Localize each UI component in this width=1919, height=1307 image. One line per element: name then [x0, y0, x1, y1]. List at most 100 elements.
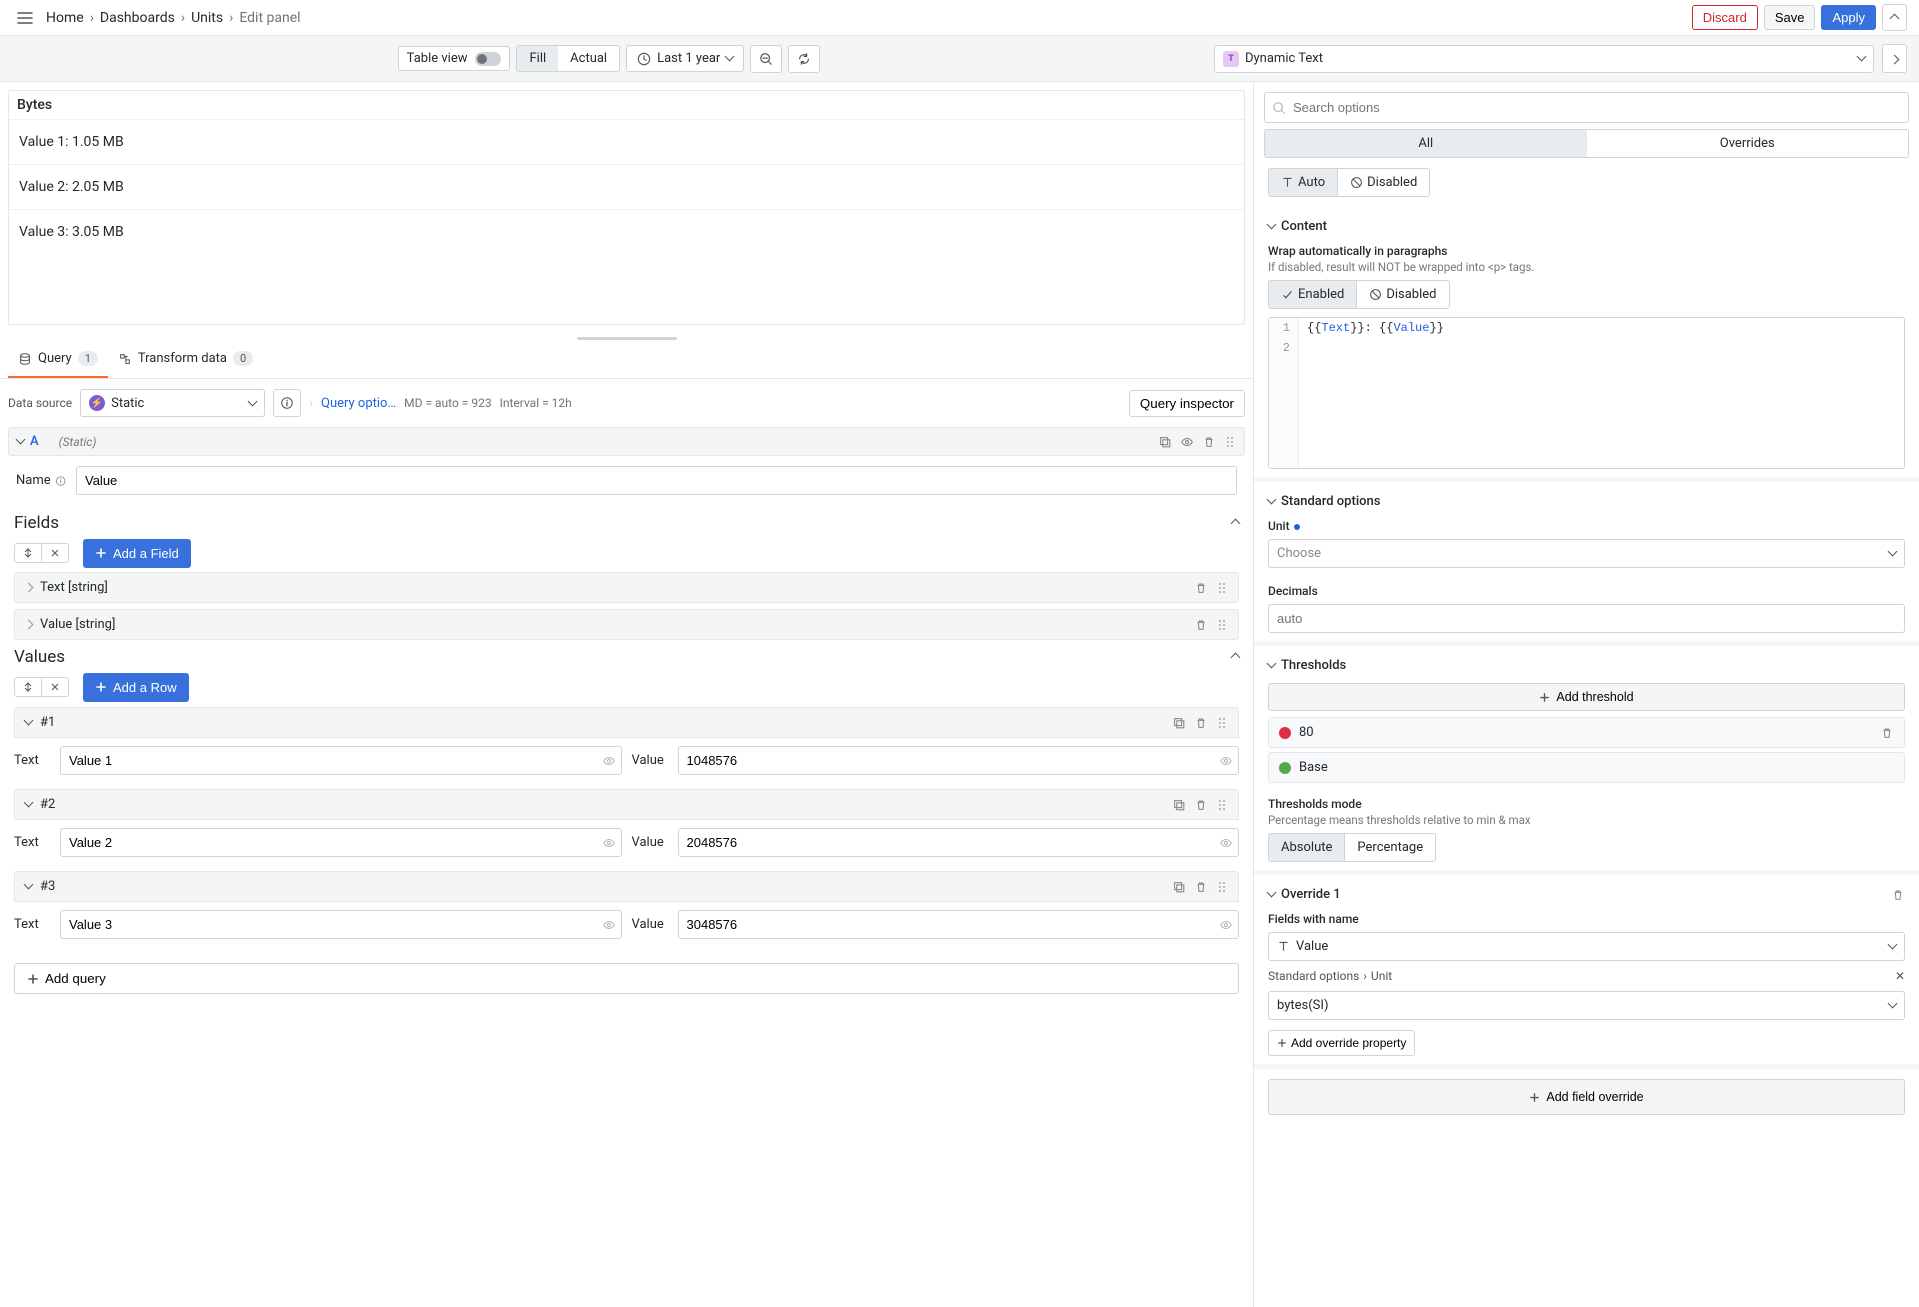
add-row-button[interactable]: Add a Row: [83, 673, 189, 702]
drag-handle-icon[interactable]: [1224, 435, 1236, 449]
duplicate-row-button[interactable]: [1172, 716, 1186, 730]
value-row-header[interactable]: #3: [14, 871, 1239, 902]
wrap-disabled-option[interactable]: Disabled: [1356, 281, 1448, 308]
auto-option[interactable]: Auto: [1269, 169, 1337, 196]
collapse-options-button[interactable]: [1882, 4, 1907, 31]
duplicate-row-button[interactable]: [1172, 880, 1186, 894]
panel-title[interactable]: Bytes: [9, 91, 1244, 119]
apply-button[interactable]: Apply: [1821, 5, 1876, 30]
override-section-toggle[interactable]: Override 1: [1268, 883, 1341, 906]
thresholds-section-toggle[interactable]: Thresholds: [1268, 654, 1905, 677]
query-inspector-button[interactable]: Query inspector: [1129, 390, 1245, 417]
row-text-input[interactable]: [60, 746, 622, 775]
override-unit-picker[interactable]: bytes(SI): [1268, 991, 1905, 1020]
drag-handle-icon[interactable]: [1216, 581, 1228, 595]
add-threshold-button[interactable]: Add threshold: [1268, 683, 1905, 711]
threshold-row[interactable]: 80: [1268, 717, 1905, 748]
add-query-button[interactable]: Add query: [14, 963, 1239, 994]
panel-options-expand-button[interactable]: [1882, 44, 1907, 73]
discard-button[interactable]: Discard: [1692, 5, 1758, 30]
field-row[interactable]: Value [string]: [14, 609, 1239, 640]
table-view-toggle[interactable]: Table view: [398, 46, 511, 71]
query-options-link[interactable]: Query optio…: [321, 396, 396, 411]
add-field-button[interactable]: Add a Field: [83, 539, 191, 568]
decimals-input[interactable]: [1268, 604, 1905, 633]
visualization-picker[interactable]: T Dynamic Text: [1214, 45, 1874, 73]
delete-query-button[interactable]: [1202, 435, 1216, 449]
eye-icon[interactable]: [1219, 836, 1233, 850]
refresh-button[interactable]: [788, 45, 820, 73]
datasource-help-button[interactable]: [273, 389, 301, 417]
options-tab-all[interactable]: All: [1265, 130, 1587, 157]
wrap-enabled-option[interactable]: Enabled: [1269, 281, 1356, 308]
drag-handle-icon[interactable]: [1216, 716, 1228, 730]
delete-row-button[interactable]: [1194, 798, 1208, 812]
delete-field-button[interactable]: [1194, 581, 1208, 595]
unit-picker[interactable]: Choose: [1268, 539, 1905, 568]
threshold-color-dot[interactable]: [1279, 727, 1291, 739]
eye-icon[interactable]: [1219, 754, 1233, 768]
delete-field-button[interactable]: [1194, 618, 1208, 632]
field-row[interactable]: Text [string]: [14, 572, 1239, 603]
value-row-header[interactable]: #1: [14, 707, 1239, 738]
options-tab-overrides[interactable]: Overrides: [1587, 130, 1909, 157]
eye-icon[interactable]: [602, 754, 616, 768]
standard-options-toggle[interactable]: Standard options: [1268, 490, 1905, 513]
duplicate-row-button[interactable]: [1172, 798, 1186, 812]
tab-query[interactable]: Query 1: [8, 341, 108, 378]
collapse-all-fields-button[interactable]: [42, 543, 69, 563]
fill-option[interactable]: Fill: [517, 46, 558, 71]
toggle-visibility-button[interactable]: [1180, 435, 1194, 449]
duplicate-query-button[interactable]: [1158, 435, 1172, 449]
delete-row-button[interactable]: [1194, 880, 1208, 894]
eye-icon[interactable]: [1219, 918, 1233, 932]
add-field-override-button[interactable]: Add field override: [1268, 1079, 1905, 1115]
zoom-out-button[interactable]: [750, 45, 782, 73]
value-row-header[interactable]: #2: [14, 789, 1239, 820]
chevron-down-icon: [1268, 887, 1275, 902]
drag-handle-icon[interactable]: [1216, 618, 1228, 632]
override-field-picker[interactable]: Value: [1268, 932, 1905, 961]
disabled-option[interactable]: Disabled: [1337, 169, 1429, 196]
threshold-value[interactable]: 80: [1299, 725, 1314, 740]
collapse-values-button[interactable]: [1232, 650, 1239, 665]
delete-row-button[interactable]: [1194, 716, 1208, 730]
drag-handle-icon[interactable]: [1216, 798, 1228, 812]
eye-icon[interactable]: [602, 836, 616, 850]
remove-override-property-button[interactable]: ✕: [1895, 969, 1905, 983]
menu-toggle[interactable]: [12, 5, 38, 31]
breadcrumb-dashboards[interactable]: Dashboards: [100, 10, 175, 26]
threshold-color-dot[interactable]: [1279, 762, 1291, 774]
breadcrumb-home[interactable]: Home: [46, 10, 84, 26]
tab-transform[interactable]: Transform data 0: [108, 341, 263, 378]
chevron-down-icon: [1268, 494, 1275, 509]
collapse-all-values-button[interactable]: [42, 677, 69, 697]
content-section-toggle[interactable]: Content: [1268, 215, 1905, 238]
expand-all-values-button[interactable]: [14, 677, 42, 697]
search-options-input[interactable]: [1264, 92, 1909, 123]
breadcrumb-units[interactable]: Units: [191, 10, 223, 26]
absolute-option[interactable]: Absolute: [1269, 834, 1344, 861]
collapse-fields-button[interactable]: [1232, 516, 1239, 531]
query-row-header[interactable]: A (Static): [8, 427, 1245, 456]
datasource-picker[interactable]: ⚡ Static: [80, 389, 265, 417]
row-value-input[interactable]: [678, 828, 1240, 857]
expand-all-fields-button[interactable]: [14, 543, 42, 563]
add-override-property-button[interactable]: Add override property: [1268, 1030, 1415, 1056]
row-value-input[interactable]: [678, 910, 1240, 939]
save-button[interactable]: Save: [1764, 5, 1816, 30]
delete-threshold-button[interactable]: [1880, 726, 1894, 740]
actual-option[interactable]: Actual: [558, 46, 619, 71]
threshold-row[interactable]: Base: [1268, 752, 1905, 783]
percentage-option[interactable]: Percentage: [1344, 834, 1435, 861]
time-range-picker[interactable]: Last 1 year: [626, 45, 744, 72]
delete-override-button[interactable]: [1891, 888, 1905, 902]
drag-handle-icon[interactable]: [1216, 880, 1228, 894]
eye-icon[interactable]: [602, 918, 616, 932]
query-name-input[interactable]: [76, 466, 1237, 495]
row-text-input[interactable]: [60, 828, 622, 857]
field-name: Text [string]: [40, 580, 108, 595]
content-code-editor[interactable]: 1{{Text}}: {{Value}} 2: [1268, 317, 1905, 469]
row-value-input[interactable]: [678, 746, 1240, 775]
row-text-input[interactable]: [60, 910, 622, 939]
